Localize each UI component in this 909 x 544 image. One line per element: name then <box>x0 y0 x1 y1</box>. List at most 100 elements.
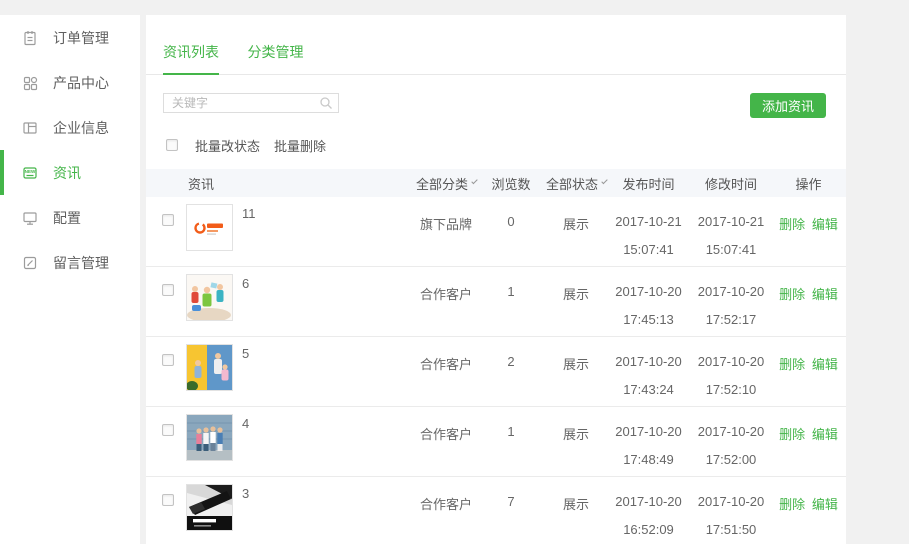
edit-link[interactable]: 编辑 <box>812 497 838 512</box>
modify-date: 2017-10-20 <box>691 354 771 370</box>
select-all-checkbox[interactable] <box>166 139 178 151</box>
status-filter-dropdown[interactable]: 全部状态 <box>546 174 606 193</box>
table-row: 4 合作客户 1 展示 2017-10-20 17:48:49 2017-10-… <box>146 407 846 477</box>
publish-time: 17:43:24 <box>606 382 691 398</box>
publish-time: 15:07:41 <box>606 242 691 258</box>
row-checkbox[interactable] <box>162 354 174 366</box>
content-panel: 资讯列表 分类管理 添加资讯 批量改状态 批量删除 资讯 <box>146 15 846 544</box>
publish-time: 16:52:09 <box>606 522 691 538</box>
edit-link[interactable]: 编辑 <box>812 217 838 232</box>
status-text: 展示 <box>546 407 606 476</box>
delete-link[interactable]: 删除 <box>779 287 805 302</box>
sidebar-item-products[interactable]: 产品中心 <box>0 60 140 105</box>
thumbnail-image <box>186 204 233 251</box>
header-actions: 操作 <box>771 174 846 193</box>
sidebar-item-news[interactable]: NEW 资讯 <box>0 150 140 195</box>
tab-bar: 资讯列表 分类管理 <box>146 42 846 75</box>
views-count: 0 <box>476 197 546 266</box>
news-title: 4 <box>242 407 249 431</box>
news-title: 5 <box>242 337 249 361</box>
sidebar-item-label: 配置 <box>53 208 81 228</box>
delete-link[interactable]: 删除 <box>779 497 805 512</box>
sidebar-item-orders[interactable]: 订单管理 <box>0 15 140 60</box>
thumbnail-image <box>186 344 233 391</box>
publish-time: 17:48:49 <box>606 452 691 468</box>
row-checkbox[interactable] <box>162 284 174 296</box>
search-icon <box>319 96 333 115</box>
edit-link[interactable]: 编辑 <box>812 287 838 302</box>
header-publish-time: 发布时间 <box>606 174 691 193</box>
batch-status-button[interactable]: 批量改状态 <box>195 136 260 155</box>
modify-time: 17:52:00 <box>691 452 771 468</box>
views-count: 7 <box>476 477 546 544</box>
modify-time: 17:51:50 <box>691 522 771 538</box>
publish-date: 2017-10-21 <box>606 214 691 230</box>
modify-date: 2017-10-21 <box>691 214 771 230</box>
news-title: 6 <box>242 267 249 291</box>
table-row: 6 合作客户 1 展示 2017-10-20 17:45:13 2017-10-… <box>146 267 846 337</box>
table-row: 5 合作客户 2 展示 2017-10-20 17:43:24 2017-10-… <box>146 337 846 407</box>
modify-date: 2017-10-20 <box>691 494 771 510</box>
config-icon <box>22 210 38 226</box>
thumbnail-image <box>186 274 233 321</box>
thumbnail-image <box>186 414 233 461</box>
modify-time: 17:52:10 <box>691 382 771 398</box>
header-status: 全部状态 <box>546 174 598 193</box>
table-header: 资讯 全部分类 浏览数 全部状态 发布时间 修改时间 操作 <box>146 169 846 197</box>
row-checkbox[interactable] <box>162 214 174 226</box>
edit-link[interactable]: 编辑 <box>812 357 838 372</box>
views-count: 2 <box>476 337 546 406</box>
sidebar-item-label: 留言管理 <box>53 253 109 273</box>
order-icon <box>22 30 38 46</box>
modify-time: 17:52:17 <box>691 312 771 328</box>
tab-news-list[interactable]: 资讯列表 <box>163 42 219 75</box>
news-category: 合作客户 <box>416 407 476 476</box>
status-text: 展示 <box>546 267 606 336</box>
table-row: 11 旗下品牌 0 展示 2017-10-21 15:07:41 2017-10… <box>146 197 846 267</box>
row-checkbox[interactable] <box>162 424 174 436</box>
toolbar: 添加资讯 <box>146 93 846 118</box>
edit-link[interactable]: 编辑 <box>812 427 838 442</box>
sidebar-item-label: 订单管理 <box>53 28 109 48</box>
header-views: 浏览数 <box>476 174 546 193</box>
news-category: 合作客户 <box>416 337 476 406</box>
products-icon <box>22 75 38 91</box>
views-count: 1 <box>476 267 546 336</box>
sidebar-item-label: 产品中心 <box>53 73 109 93</box>
page-root: 订单管理 产品中心 企业信息 <box>0 0 909 544</box>
delete-link[interactable]: 删除 <box>779 217 805 232</box>
add-news-button[interactable]: 添加资讯 <box>750 93 826 118</box>
category-filter-dropdown[interactable]: 全部分类 <box>416 174 476 193</box>
delete-link[interactable]: 删除 <box>779 427 805 442</box>
row-checkbox[interactable] <box>162 494 174 506</box>
news-category: 合作客户 <box>416 477 476 544</box>
batch-delete-button[interactable]: 批量删除 <box>274 136 326 155</box>
search-box <box>163 93 339 113</box>
status-text: 展示 <box>546 337 606 406</box>
svg-text:NEW: NEW <box>25 169 36 174</box>
status-text: 展示 <box>546 197 606 266</box>
news-title: 11 <box>242 197 256 221</box>
thumbnail-image <box>186 484 233 531</box>
publish-date: 2017-10-20 <box>606 494 691 510</box>
modify-date: 2017-10-20 <box>691 284 771 300</box>
news-icon: NEW <box>22 165 38 181</box>
views-count: 1 <box>476 407 546 476</box>
header-news: 资讯 <box>186 174 416 193</box>
sidebar-item-company[interactable]: 企业信息 <box>0 105 140 150</box>
table-row: 3 合作客户 7 展示 2017-10-20 16:52:09 2017-10-… <box>146 477 846 544</box>
search-input[interactable] <box>163 93 339 113</box>
sidebar: 订单管理 产品中心 企业信息 <box>0 15 140 544</box>
publish-date: 2017-10-20 <box>606 424 691 440</box>
modify-time: 15:07:41 <box>691 242 771 258</box>
messages-icon <box>22 255 38 271</box>
sidebar-item-messages[interactable]: 留言管理 <box>0 240 140 285</box>
publish-time: 17:45:13 <box>606 312 691 328</box>
sidebar-item-config[interactable]: 配置 <box>0 195 140 240</box>
publish-date: 2017-10-20 <box>606 284 691 300</box>
header-modify-time: 修改时间 <box>691 174 771 193</box>
delete-link[interactable]: 删除 <box>779 357 805 372</box>
company-icon <box>22 120 38 136</box>
tab-category-management[interactable]: 分类管理 <box>247 42 303 73</box>
sidebar-item-label: 企业信息 <box>53 118 109 138</box>
